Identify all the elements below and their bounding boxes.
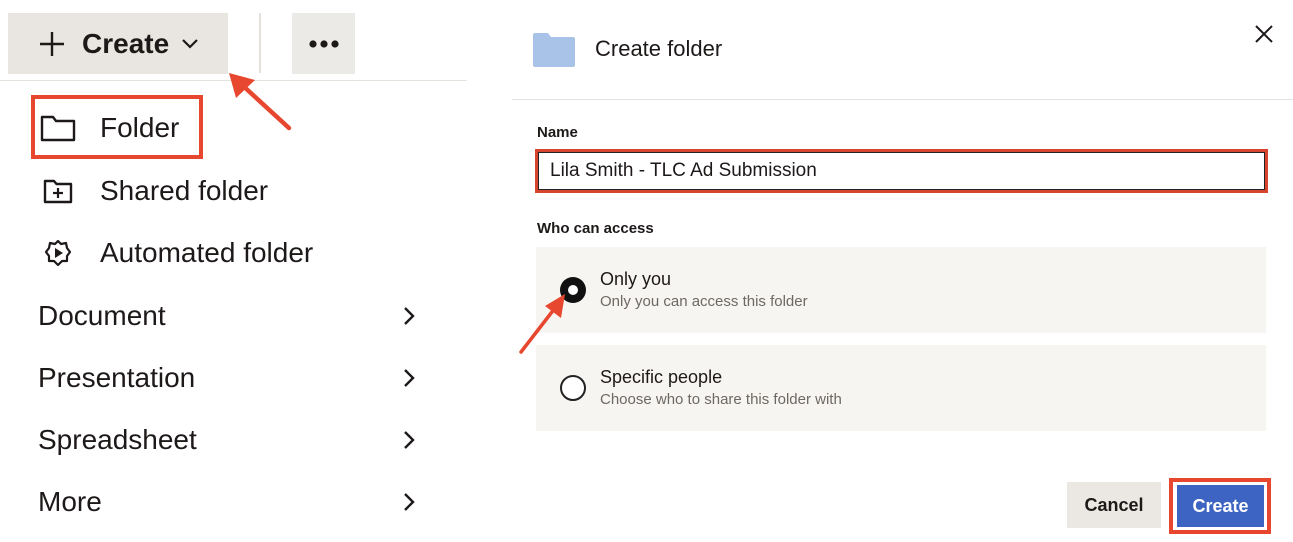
menu-item-label: Document <box>38 300 166 331</box>
menu-item-presentation[interactable]: Presentation <box>0 347 467 409</box>
option-subtitle: Only you can access this folder <box>600 293 808 310</box>
shared-folder-icon <box>40 176 76 206</box>
menu-item-automated-folder[interactable]: Automated folder <box>0 222 467 284</box>
create-submit-button[interactable]: Create <box>1177 485 1264 527</box>
option-subtitle: Choose who to share this folder with <box>600 391 842 408</box>
option-title: Only you <box>600 269 672 289</box>
create-menu-panel: Create Folder Shared folder Automated fo… <box>0 0 467 542</box>
menu-item-label: Folder <box>100 112 180 143</box>
menu-item-label: Presentation <box>38 362 196 393</box>
chevron-down-icon <box>182 38 198 49</box>
menu-item-label: Shared folder <box>100 175 269 206</box>
cancel-button[interactable]: Cancel <box>1067 482 1161 528</box>
create-button-label: Create <box>82 27 170 59</box>
toolbar-divider <box>259 13 261 73</box>
close-icon[interactable] <box>1252 22 1276 46</box>
chevron-right-icon <box>404 369 415 387</box>
folder-icon <box>40 113 76 143</box>
dialog-header: Create folder <box>512 0 1293 99</box>
access-section-label: Who can access <box>537 220 654 237</box>
menu-item-folder[interactable]: Folder <box>0 97 467 159</box>
ellipsis-icon <box>308 39 339 48</box>
menu-item-label: Spreadsheet <box>38 424 197 455</box>
plus-icon <box>40 31 64 56</box>
option-title: Specific people <box>600 367 723 387</box>
chevron-right-icon <box>404 493 415 511</box>
chevron-right-icon <box>404 431 415 449</box>
radio-selected-icon[interactable] <box>560 277 586 303</box>
folder-icon <box>533 33 575 67</box>
menu-item-more[interactable]: More <box>0 471 467 533</box>
menu-item-label: Automated folder <box>100 237 314 268</box>
radio-unselected-icon[interactable] <box>560 375 586 401</box>
create-folder-dialog: Create folder Name Who can access Only y… <box>512 0 1293 542</box>
create-dropdown-button[interactable]: Create <box>8 13 228 74</box>
dialog-title: Create folder <box>595 36 723 61</box>
menu-item-document[interactable]: Document <box>0 285 467 347</box>
menu-divider <box>0 80 467 81</box>
dialog-header-divider <box>512 99 1293 100</box>
chevron-right-icon <box>404 307 415 325</box>
access-option-specific-people[interactable]: Specific people Choose who to share this… <box>536 345 1266 431</box>
name-field-label: Name <box>537 124 578 141</box>
menu-item-shared-folder[interactable]: Shared folder <box>0 160 467 222</box>
access-option-only-you[interactable]: Only you Only you can access this folder <box>536 247 1266 333</box>
folder-name-input[interactable] <box>535 149 1268 193</box>
menu-item-label: More <box>38 486 102 517</box>
menu-item-spreadsheet[interactable]: Spreadsheet <box>0 409 467 471</box>
automated-folder-icon <box>40 238 76 268</box>
more-options-button[interactable] <box>292 13 355 74</box>
